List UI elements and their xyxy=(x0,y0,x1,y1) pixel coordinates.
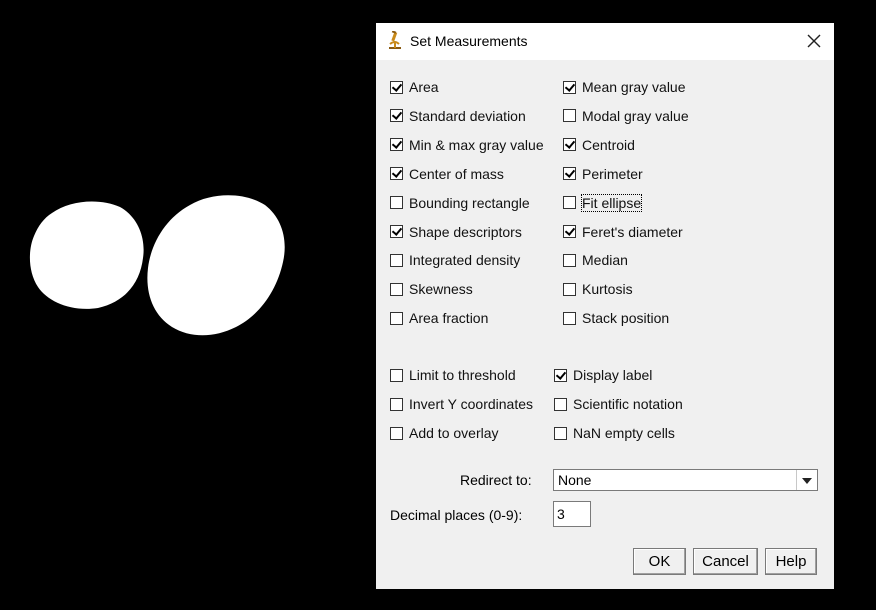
checkbox-checked-icon[interactable] xyxy=(563,80,576,94)
set-measurements-dialog: Set Measurements Area Standard deviation M… xyxy=(376,23,834,589)
checkbox-label: Perimeter xyxy=(582,165,643,182)
checkbox-measurements-left-7[interactable]: Skewness xyxy=(390,280,473,298)
checkbox-label: Integrated density xyxy=(409,252,521,269)
checkbox-label: Median xyxy=(582,252,628,269)
checkbox-measurements-right-7[interactable]: Kurtosis xyxy=(563,280,633,298)
checkbox-measurements-right-1[interactable]: Modal gray value xyxy=(563,107,689,125)
particle-right xyxy=(147,195,285,336)
checkbox-measurements-right-2[interactable]: Centroid xyxy=(563,136,635,154)
checkbox-label: Bounding rectangle xyxy=(409,194,530,211)
checkbox-checked-icon[interactable] xyxy=(390,80,403,94)
checkbox-measurements-right-4[interactable]: Fit ellipse xyxy=(563,193,643,212)
checkbox-label: Centroid xyxy=(582,136,635,153)
checkbox-unchecked-icon[interactable] xyxy=(563,311,576,325)
checkbox-unchecked-icon[interactable] xyxy=(563,253,576,267)
help-button[interactable]: Help xyxy=(765,548,817,575)
checkbox-measurements-left-3[interactable]: Center of mass xyxy=(390,165,504,183)
title-bar[interactable]: Set Measurements xyxy=(376,23,834,60)
ok-button[interactable]: OK xyxy=(633,548,686,575)
redirect-label: Redirect to: xyxy=(460,472,532,488)
checkbox-options-right-0[interactable]: Display label xyxy=(554,366,652,384)
checkbox-label: Shape descriptors xyxy=(409,223,522,240)
checkbox-unchecked-icon[interactable] xyxy=(563,282,576,296)
checkbox-options-left-0[interactable]: Limit to threshold xyxy=(390,366,516,384)
checkbox-measurements-left-4[interactable]: Bounding rectangle xyxy=(390,194,530,212)
checkbox-label: NaN empty cells xyxy=(573,425,675,441)
checkbox-unchecked-icon[interactable] xyxy=(563,109,576,123)
checkbox-label: Stack position xyxy=(582,310,670,327)
checkbox-label: Area fraction xyxy=(409,310,489,327)
cancel-button[interactable]: Cancel xyxy=(693,548,758,575)
checkbox-unchecked-icon[interactable] xyxy=(390,368,403,382)
checkbox-label: Scientific notation xyxy=(573,396,683,412)
checkbox-label: Mean gray value xyxy=(582,79,686,95)
checkbox-unchecked-icon[interactable] xyxy=(390,311,403,325)
checkbox-checked-icon[interactable] xyxy=(390,109,403,123)
checkbox-measurements-right-5[interactable]: Feret's diameter xyxy=(563,223,683,241)
checkbox-options-left-1[interactable]: Invert Y coordinates xyxy=(390,395,533,413)
checkbox-measurements-left-5[interactable]: Shape descriptors xyxy=(390,223,522,241)
checkbox-checked-icon[interactable] xyxy=(390,225,403,238)
redirect-selected-value: None xyxy=(558,472,592,488)
close-icon[interactable] xyxy=(804,31,824,51)
checkbox-measurements-left-8[interactable]: Area fraction xyxy=(390,309,488,327)
checkbox-label: Add to overlay xyxy=(409,425,499,441)
microscope-icon xyxy=(389,31,401,49)
checkbox-checked-icon[interactable] xyxy=(563,167,576,181)
binary-image xyxy=(29,195,285,336)
checkbox-options-right-2[interactable]: NaN empty cells xyxy=(554,424,675,442)
checkbox-label: Fit ellipse xyxy=(580,193,643,212)
checkbox-measurements-right-3[interactable]: Perimeter xyxy=(563,165,643,183)
checkbox-checked-icon[interactable] xyxy=(563,225,576,238)
particle-left xyxy=(29,201,144,309)
checkbox-options-left-2[interactable]: Add to overlay xyxy=(390,424,499,442)
checkbox-label: Center of mass xyxy=(409,165,504,182)
checkbox-measurements-left-1[interactable]: Standard deviation xyxy=(390,107,526,125)
decimal-places-input[interactable]: 3 xyxy=(553,501,591,527)
checkbox-unchecked-icon[interactable] xyxy=(390,196,403,210)
checkbox-unchecked-icon[interactable] xyxy=(390,426,403,440)
checkbox-label: Area xyxy=(409,79,439,95)
checkbox-measurements-left-6[interactable]: Integrated density xyxy=(390,251,520,269)
checkbox-label: Skewness xyxy=(409,281,473,298)
decimal-places-label: Decimal places (0-9): xyxy=(390,507,523,523)
checkbox-measurements-right-6[interactable]: Median xyxy=(563,251,628,269)
checkbox-checked-icon[interactable] xyxy=(390,138,403,152)
checkbox-unchecked-icon[interactable] xyxy=(554,397,567,411)
checkbox-unchecked-icon[interactable] xyxy=(563,196,576,210)
dialog-title: Set Measurements xyxy=(410,33,528,49)
checkbox-measurements-left-0[interactable]: Area xyxy=(390,78,439,96)
checkbox-label: Feret's diameter xyxy=(582,223,683,240)
checkbox-unchecked-icon[interactable] xyxy=(554,426,567,440)
checkbox-label: Invert Y coordinates xyxy=(409,396,534,412)
checkbox-label: Kurtosis xyxy=(582,281,633,298)
checkbox-checked-icon[interactable] xyxy=(563,138,576,152)
checkbox-unchecked-icon[interactable] xyxy=(390,253,403,267)
checkbox-label: Standard deviation xyxy=(409,107,526,124)
checkbox-unchecked-icon[interactable] xyxy=(390,282,403,296)
checkbox-checked-icon[interactable] xyxy=(554,368,567,382)
checkbox-unchecked-icon[interactable] xyxy=(390,397,403,411)
image-canvas[interactable] xyxy=(0,0,376,610)
checkbox-checked-icon[interactable] xyxy=(390,167,403,181)
checkbox-label: Min & max gray value xyxy=(409,136,544,153)
checkbox-measurements-right-0[interactable]: Mean gray value xyxy=(563,78,686,96)
checkbox-label: Display label xyxy=(573,367,653,383)
checkbox-label: Modal gray value xyxy=(582,107,689,124)
redirect-select[interactable]: None xyxy=(553,469,818,491)
chevron-down-icon[interactable] xyxy=(796,470,817,490)
checkbox-measurements-right-8[interactable]: Stack position xyxy=(563,309,669,327)
checkbox-label: Limit to threshold xyxy=(409,367,516,383)
checkbox-measurements-left-2[interactable]: Min & max gray value xyxy=(390,136,544,154)
checkbox-options-right-1[interactable]: Scientific notation xyxy=(554,395,683,413)
